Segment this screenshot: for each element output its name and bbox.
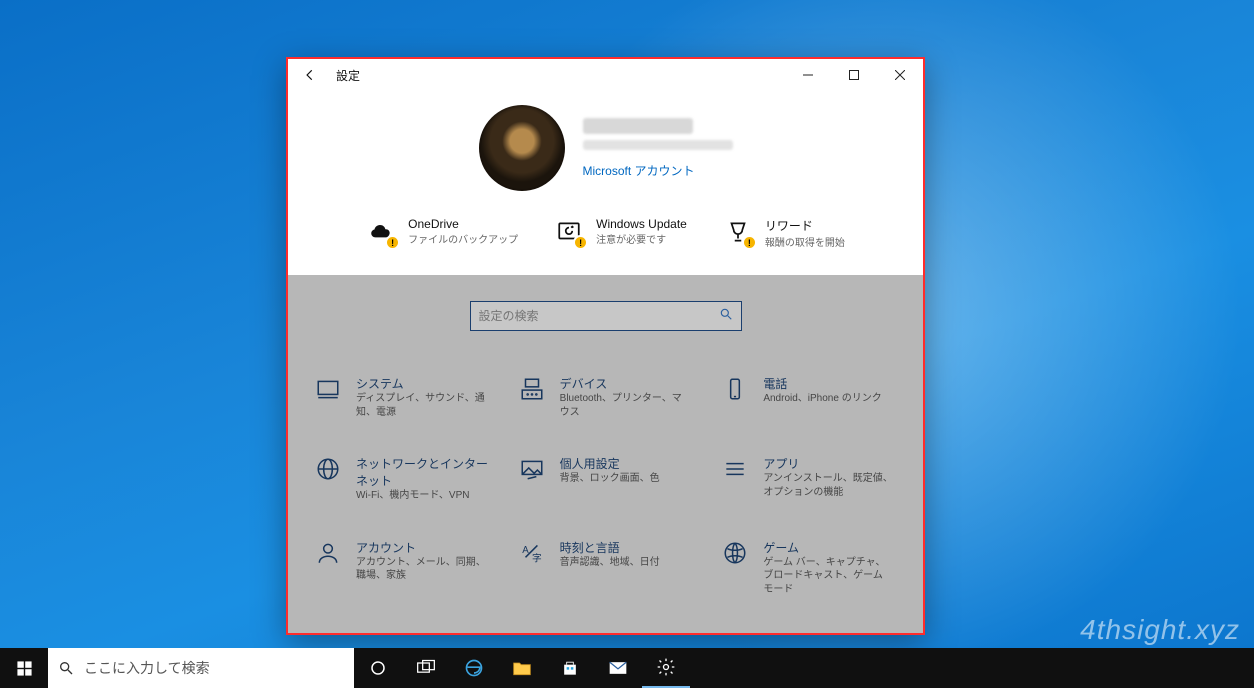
category-devices[interactable]: デバイスBluetooth、プリンター、マウス — [504, 365, 708, 445]
warning-badge-icon: ! — [742, 235, 757, 250]
warning-badge-icon: ! — [385, 235, 400, 250]
category-desc: ディスプレイ、サウンド、通知、電源 — [356, 392, 486, 419]
settings-header: Microsoft アカウント ! OneDrive ファイルのバックアップ ! — [288, 91, 923, 275]
category-personalization[interactable]: 個人用設定背景、ロック画面、色 — [504, 445, 708, 529]
category-title: 時刻と言語 — [560, 539, 660, 556]
search-icon — [719, 307, 733, 326]
taskbar-mail-icon[interactable] — [594, 648, 642, 688]
user-avatar[interactable] — [479, 105, 565, 191]
category-gaming[interactable]: ゲームゲーム バー、キャプチャ、ブロードキャスト、ゲーム モード — [707, 529, 911, 623]
taskbar: ここに入力して検索 — [0, 648, 1254, 688]
minimize-button[interactable] — [785, 59, 831, 91]
network-icon — [314, 455, 342, 483]
profile-row: Microsoft アカウント — [479, 105, 733, 191]
taskbar-explorer-icon[interactable] — [498, 648, 546, 688]
rewards-icon: ! — [723, 217, 753, 247]
devices-icon — [518, 375, 546, 403]
status-desc: 注意が必要です — [596, 231, 687, 246]
system-icon — [314, 375, 342, 403]
category-title: システム — [356, 375, 486, 392]
search-icon — [58, 660, 74, 676]
gaming-icon — [721, 539, 749, 567]
phone-icon — [721, 375, 749, 403]
settings-search-input[interactable] — [479, 309, 719, 323]
back-button[interactable] — [296, 61, 324, 89]
taskbar-edge-icon[interactable] — [450, 648, 498, 688]
category-title: アプリ — [763, 455, 893, 472]
time-language-icon: A字 — [518, 539, 546, 567]
status-desc: ファイルのバックアップ — [408, 231, 518, 246]
taskbar-store-icon[interactable] — [546, 648, 594, 688]
window-title: 設定 — [336, 67, 360, 84]
user-name-blurred — [583, 118, 693, 134]
windows-update-icon: ! — [554, 217, 584, 247]
warning-badge-icon: ! — [573, 235, 588, 250]
taskbar-search-placeholder: ここに入力して検索 — [84, 658, 210, 678]
apps-icon — [721, 455, 749, 483]
taskbar-search[interactable]: ここに入力して検索 — [48, 648, 354, 688]
category-title: 個人用設定 — [560, 455, 660, 472]
category-title: ゲーム — [763, 539, 893, 556]
category-system[interactable]: システムディスプレイ、サウンド、通知、電源 — [300, 365, 504, 445]
status-title: Windows Update — [596, 217, 687, 231]
category-desc: Android、iPhone のリンク — [763, 392, 881, 406]
category-network[interactable]: ネットワークとインターネットWi-Fi、機内モード、VPN — [300, 445, 504, 529]
close-button[interactable] — [877, 59, 923, 91]
category-desc: ゲーム バー、キャプチャ、ブロードキャスト、ゲーム モード — [763, 556, 893, 597]
category-desc: Wi-Fi、機内モード、VPN — [356, 489, 486, 503]
category-desc: 背景、ロック画面、色 — [560, 472, 660, 486]
personalization-icon — [518, 455, 546, 483]
category-title: デバイス — [560, 375, 690, 392]
status-desc: 報酬の取得を開始 — [765, 234, 845, 249]
settings-window: 設定 Microsoft アカウント ! OneDr — [286, 57, 925, 635]
category-apps[interactable]: アプリアンインストール、既定値、オプションの機能 — [707, 445, 911, 529]
category-title: ネットワークとインターネット — [356, 455, 490, 489]
maximize-button[interactable] — [831, 59, 877, 91]
settings-search[interactable] — [470, 301, 742, 331]
category-title: アカウント — [356, 539, 486, 556]
user-email-blurred — [583, 140, 733, 150]
settings-body: システムディスプレイ、サウンド、通知、電源 デバイスBluetooth、プリンタ… — [288, 275, 923, 633]
window-titlebar: 設定 — [288, 59, 923, 91]
category-desc: アカウント、メール、同期、職場、家族 — [356, 556, 486, 583]
status-title: OneDrive — [408, 217, 518, 231]
category-title: 電話 — [763, 375, 881, 392]
category-desc: Bluetooth、プリンター、マウス — [560, 392, 690, 419]
accounts-icon — [314, 539, 342, 567]
category-phone[interactable]: 電話Android、iPhone のリンク — [707, 365, 911, 445]
status-title: リワード — [765, 217, 845, 234]
onedrive-icon: ! — [366, 217, 396, 247]
status-onedrive[interactable]: ! OneDrive ファイルのバックアップ — [366, 217, 518, 249]
category-accounts[interactable]: アカウントアカウント、メール、同期、職場、家族 — [300, 529, 504, 623]
start-button[interactable] — [0, 648, 48, 688]
taskbar-settings-icon[interactable] — [642, 648, 690, 688]
svg-text:字: 字 — [532, 551, 542, 564]
category-desc: 音声認識、地域、日付 — [560, 556, 660, 570]
cortana-icon[interactable] — [354, 648, 402, 688]
status-rewards[interactable]: ! リワード 報酬の取得を開始 — [723, 217, 845, 249]
microsoft-account-link[interactable]: Microsoft アカウント — [583, 162, 733, 179]
category-desc: アンインストール、既定値、オプションの機能 — [763, 472, 893, 499]
category-time-language[interactable]: A字 時刻と言語音声認識、地域、日付 — [504, 529, 708, 623]
task-view-icon[interactable] — [402, 648, 450, 688]
status-windows-update[interactable]: ! Windows Update 注意が必要です — [554, 217, 687, 249]
